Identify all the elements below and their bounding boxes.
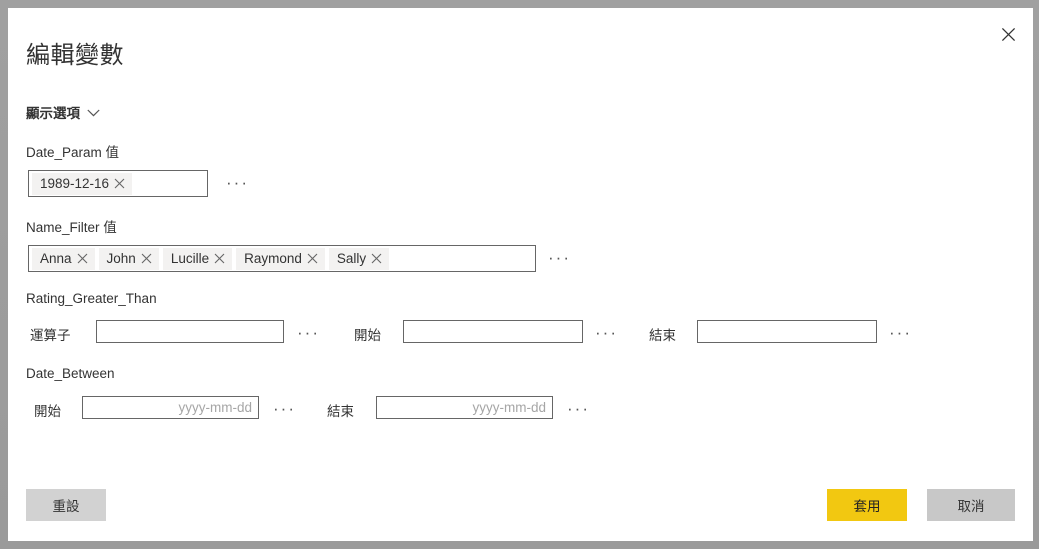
- filter-tag[interactable]: Sally: [328, 247, 390, 270]
- close-icon[interactable]: [307, 253, 318, 264]
- filter-tag-label: Sally: [336, 251, 367, 266]
- date-between-end-input[interactable]: [376, 396, 553, 419]
- filter-tag-label: Anna: [40, 251, 72, 266]
- rating-greater-than-label: Rating_Greater_Than: [26, 291, 157, 306]
- date-between-end-label: 結束: [327, 404, 354, 419]
- name-filter-tag-input[interactable]: Anna John Lucille Raymond Sally: [28, 245, 536, 272]
- date-param-tag-input[interactable]: 1989-12-16: [28, 170, 208, 197]
- rating-start-input[interactable]: [403, 320, 583, 343]
- edit-variables-dialog: 編輯變數 顯示選項 Date_Param 值 1989-12-16 ··· Na…: [8, 8, 1033, 541]
- close-icon[interactable]: [141, 253, 152, 264]
- show-options-toggle[interactable]: 顯示選項: [26, 102, 100, 122]
- filter-tag[interactable]: Anna: [32, 247, 95, 270]
- filter-tag[interactable]: John: [98, 247, 159, 270]
- rating-end-input[interactable]: [697, 320, 877, 343]
- apply-button[interactable]: 套用: [827, 489, 907, 521]
- page-title: 編輯變數: [26, 42, 124, 69]
- date-between-start-label: 開始: [34, 404, 61, 419]
- cancel-button[interactable]: 取消: [927, 489, 1015, 521]
- close-icon[interactable]: [114, 178, 125, 189]
- name-filter-more-button[interactable]: ···: [548, 249, 571, 266]
- date-between-label: Date_Between: [26, 366, 115, 381]
- date-between-end-more-button[interactable]: ···: [567, 400, 590, 417]
- rating-start-label: 開始: [354, 328, 381, 343]
- rating-start-more-button[interactable]: ···: [595, 324, 618, 341]
- rating-end-more-button[interactable]: ···: [889, 324, 912, 341]
- filter-tag-label: Lucille: [170, 251, 210, 266]
- date-between-start-input[interactable]: [82, 396, 259, 419]
- date-param-label: Date_Param 值: [26, 145, 120, 160]
- filter-tag[interactable]: 1989-12-16: [32, 172, 133, 195]
- close-icon[interactable]: [214, 253, 225, 264]
- date-between-start-more-button[interactable]: ···: [273, 400, 296, 417]
- filter-tag-label: Raymond: [244, 251, 302, 266]
- rating-operator-input[interactable]: [96, 320, 284, 343]
- filter-tag[interactable]: Raymond: [236, 247, 325, 270]
- close-icon[interactable]: [371, 253, 382, 264]
- rating-end-label: 結束: [649, 328, 676, 343]
- name-filter-label: Name_Filter 值: [26, 220, 117, 235]
- show-options-label: 顯示選項: [26, 106, 80, 121]
- rating-operator-label: 運算子: [30, 328, 71, 343]
- chevron-down-icon: [87, 105, 100, 120]
- rating-operator-more-button[interactable]: ···: [297, 324, 320, 341]
- filter-tag-label: John: [106, 251, 136, 266]
- close-icon[interactable]: [77, 253, 88, 264]
- filter-tag[interactable]: Lucille: [162, 247, 233, 270]
- reset-button[interactable]: 重設: [26, 489, 106, 521]
- close-icon[interactable]: [993, 20, 1023, 48]
- filter-tag-label: 1989-12-16: [40, 176, 110, 191]
- close-icon-glyph: [1001, 27, 1015, 41]
- date-param-more-button[interactable]: ···: [226, 174, 249, 191]
